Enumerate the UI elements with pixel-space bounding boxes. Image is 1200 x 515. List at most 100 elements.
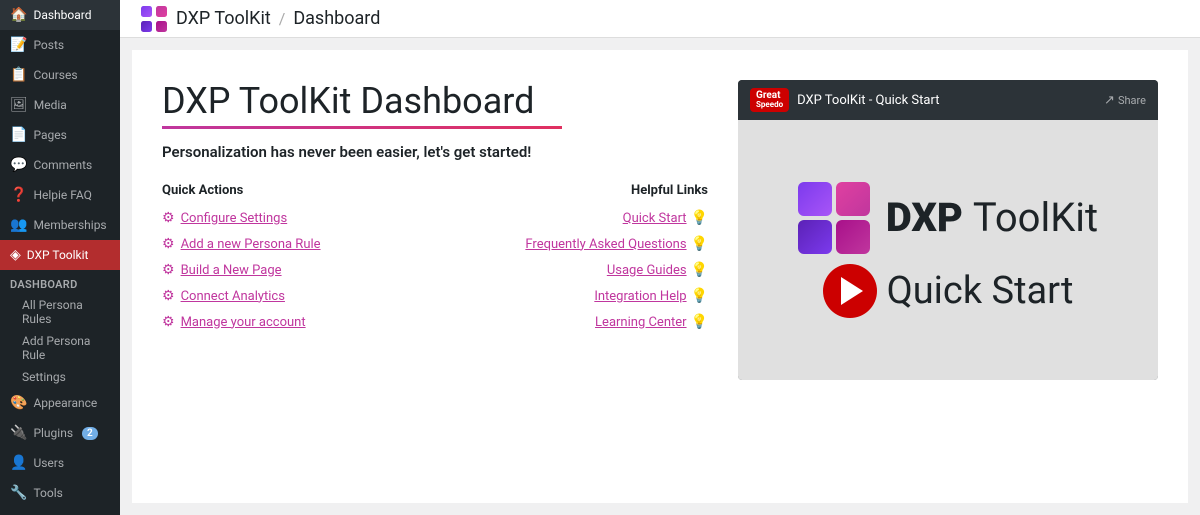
sidebar-item-plugins[interactable]: 🔌 Plugins 2 [0, 418, 120, 448]
helpful-link-2[interactable]: Usage Guides [607, 263, 687, 278]
dashboard-icon: 🏠 [10, 7, 27, 23]
helpful-link-item-2: Usage Guides 💡 [455, 262, 708, 278]
helpful-link-0[interactable]: Quick Start [623, 211, 687, 226]
share-icon: ↗ [1104, 93, 1115, 108]
dxp-toolkit-icon: ◈ [10, 247, 21, 263]
topbar-brand: DXP ToolKit [176, 8, 271, 29]
gear-icon-3: ⚙ [162, 288, 175, 304]
sidebar-section-dashboard: Dashboard [0, 270, 120, 294]
topbar: DXP ToolKit / Dashboard [120, 0, 1200, 38]
sidebar-item-label: DXP Toolkit [27, 248, 89, 262]
sidebar-item-pages[interactable]: 📄 Pages [0, 120, 120, 150]
video-content: DXP ToolKit Quick Start [738, 120, 1158, 380]
play-triangle-icon [841, 277, 863, 305]
sidebar-item-dashboard[interactable]: 🏠 Dashboard [0, 0, 120, 30]
sidebar-item-settings[interactable]: ⚙ Settings [0, 508, 120, 515]
quick-action-link-4[interactable]: Manage your account [181, 315, 306, 330]
video-container: Great Speedo DXP ToolKit - Quick Start ↗… [738, 80, 1158, 380]
yt-badge: Great Speedo [750, 88, 789, 112]
helpful-link-1[interactable]: Frequently Asked Questions [525, 237, 686, 252]
sidebar-item-label: Comments [33, 158, 92, 172]
helpful-link-item-3: Integration Help 💡 [455, 288, 708, 304]
quick-actions-heading: Quick Actions [162, 183, 415, 198]
quickstart-row: Quick Start [823, 264, 1074, 318]
sidebar-item-posts[interactable]: 📝 Posts [0, 30, 120, 60]
plugins-badge: 2 [82, 427, 98, 440]
dxp-logo-video: DXP ToolKit [798, 182, 1098, 254]
sidebar-item-label: Posts [33, 38, 64, 52]
actions-row: Quick Actions ⚙ Configure Settings ⚙ Add… [162, 183, 708, 340]
action-item-2: ⚙ Build a New Page [162, 262, 415, 278]
posts-icon: 📝 [10, 37, 27, 53]
quick-action-link-0[interactable]: Configure Settings [181, 211, 288, 226]
dxp-brand-text: DXP ToolKit [886, 198, 1098, 238]
sidebar: 🏠 Dashboard 📝 Posts 📋 Courses 🖼 Media 📄 … [0, 0, 120, 515]
sidebar-item-label: Plugins [33, 426, 73, 440]
quick-action-link-2[interactable]: Build a New Page [181, 263, 282, 278]
sidebar-item-label: Tools [33, 486, 62, 500]
memberships-icon: 👥 [10, 217, 27, 233]
sidebar-item-media[interactable]: 🖼 Media [0, 90, 120, 120]
helpful-link-item-4: Learning Center 💡 [455, 314, 708, 330]
logo-sq-tl [798, 182, 832, 216]
bulb-icon-0: 💡 [691, 210, 708, 226]
sidebar-item-helpie-faq[interactable]: ❓ Helpie FAQ [0, 180, 120, 210]
helpful-links-heading: Helpful Links [455, 183, 708, 198]
video-topbar: Great Speedo DXP ToolKit - Quick Start ↗… [738, 80, 1158, 120]
plugins-icon: 🔌 [10, 425, 27, 441]
toolkit-text: ToolKit [973, 194, 1098, 241]
topbar-logo: DXP ToolKit / Dashboard [140, 5, 380, 33]
appearance-icon: 🎨 [10, 395, 27, 411]
sidebar-item-label: Dashboard [33, 8, 91, 22]
sidebar-item-users[interactable]: 👤 Users [0, 448, 120, 478]
share-label: Share [1118, 94, 1146, 107]
sidebar-item-label: Pages [33, 128, 66, 142]
video-thumbnail[interactable]: DXP ToolKit Quick Start [738, 120, 1158, 380]
sidebar-sub-add-persona-rule[interactable]: Add Persona Rule [0, 330, 120, 366]
helpful-link-item-1: Frequently Asked Questions 💡 [455, 236, 708, 252]
sidebar-sub-all-persona-rules[interactable]: All Persona Rules [0, 294, 120, 330]
sidebar-item-memberships[interactable]: 👥 Memberships [0, 210, 120, 240]
quick-action-link-1[interactable]: Add a new Persona Rule [181, 237, 321, 252]
sidebar-item-label: Memberships [33, 218, 106, 232]
topbar-separator: / [279, 9, 286, 28]
helpful-link-3[interactable]: Integration Help [594, 289, 686, 304]
quickstart-label: Quick Start [887, 269, 1074, 313]
sidebar-item-tools[interactable]: 🔧 Tools [0, 478, 120, 508]
yt-play-button[interactable] [823, 264, 877, 318]
sidebar-item-appearance[interactable]: 🎨 Appearance [0, 388, 120, 418]
bulb-icon-2: 💡 [691, 262, 708, 278]
tools-icon: 🔧 [10, 485, 27, 501]
content-area: DXP ToolKit Dashboard Personalization ha… [120, 38, 1200, 515]
helpful-link-4[interactable]: Learning Center [595, 315, 687, 330]
share-button[interactable]: ↗ Share [1104, 93, 1146, 108]
sidebar-item-label: Courses [33, 68, 77, 82]
gear-icon-2: ⚙ [162, 262, 175, 278]
helpie-faq-icon: ❓ [10, 187, 27, 203]
sidebar-item-courses[interactable]: 📋 Courses [0, 60, 120, 90]
sidebar-item-dxp-toolkit[interactable]: ◈ DXP Toolkit [0, 240, 120, 270]
users-icon: 👤 [10, 455, 27, 471]
pages-icon: 📄 [10, 127, 27, 143]
logo-sq-bl [798, 220, 832, 254]
video-topbar-left: Great Speedo DXP ToolKit - Quick Start [750, 88, 939, 112]
gear-icon-1: ⚙ [162, 236, 175, 252]
action-item-4: ⚙ Manage your account [162, 314, 415, 330]
dxp-text-video: DXP ToolKit [886, 198, 1098, 238]
logo-sq-tr [836, 182, 870, 216]
quick-action-link-3[interactable]: Connect Analytics [181, 289, 285, 304]
sidebar-item-comments[interactable]: 💬 Comments [0, 150, 120, 180]
quick-actions-col: Quick Actions ⚙ Configure Settings ⚙ Add… [162, 183, 415, 340]
topbar-page-title: Dashboard [293, 8, 380, 29]
left-panel: DXP ToolKit Dashboard Personalization ha… [162, 80, 708, 473]
video-title: DXP ToolKit - Quick Start [797, 93, 939, 108]
helpful-links-col: Helpful Links Quick Start 💡 Frequently A… [455, 183, 708, 340]
sidebar-sub-settings[interactable]: Settings [0, 366, 120, 388]
media-icon: 🖼 [10, 97, 28, 113]
sidebar-item-label: Users [33, 456, 64, 470]
helpful-link-item-0: Quick Start 💡 [455, 210, 708, 226]
action-item-1: ⚙ Add a new Persona Rule [162, 236, 415, 252]
courses-icon: 📋 [10, 67, 27, 83]
logo-sq-br [836, 220, 870, 254]
dashboard-subtitle: Personalization has never been easier, l… [162, 143, 708, 161]
